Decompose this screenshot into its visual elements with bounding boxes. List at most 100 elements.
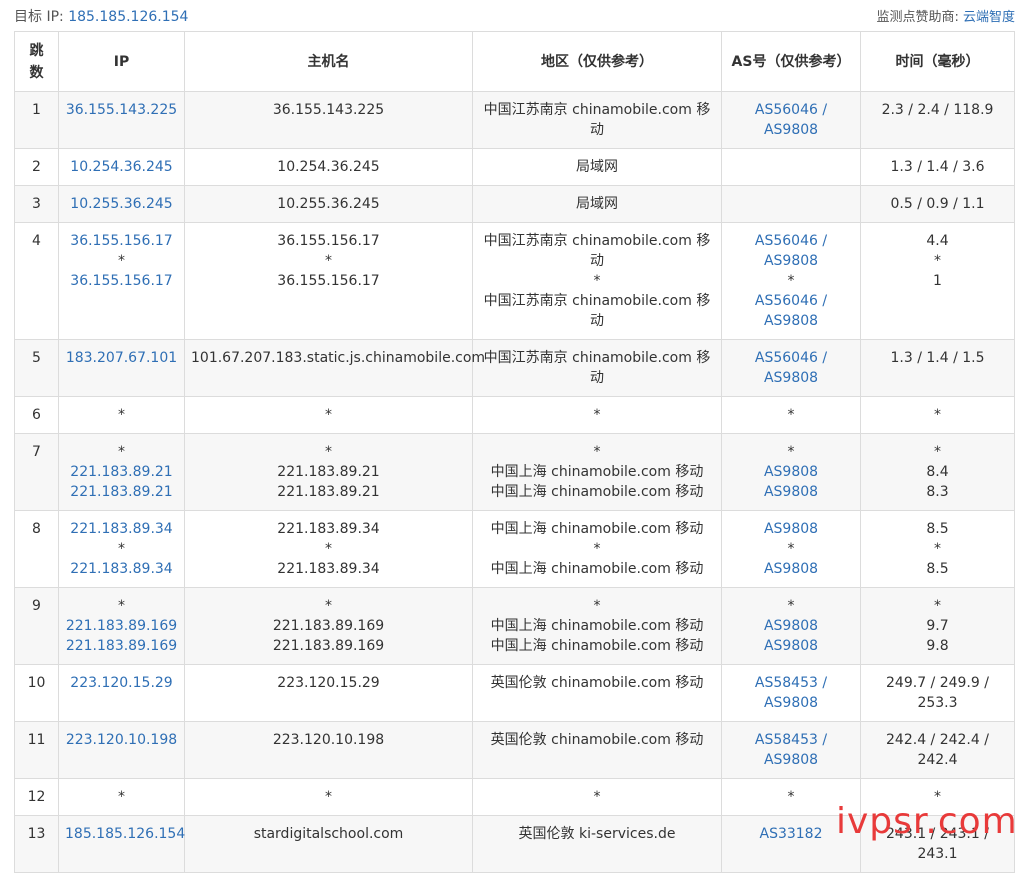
col-header-as: AS号（仅供参考） [721,31,861,92]
region-cell-value: 局域网 [576,159,618,175]
region-cell-value: 中国上海 chinamobile.com 移动 [490,638,704,654]
ip-cell-value[interactable]: 221.183.89.169 [65,616,178,636]
hop-cell: 7 [14,433,59,511]
time-cell-value: * [934,444,941,460]
ip-cell-value[interactable]: 36.155.143.225 [65,100,178,120]
ip-cell: 10.255.36.245 [58,185,185,223]
ip-cell-value[interactable]: 221.183.89.21 [65,482,178,502]
ip-cell-value[interactable]: 10.255.36.245 [65,194,178,214]
as-cell-value[interactable]: AS9808 [728,559,854,579]
hostname-cell-value: * [325,407,332,423]
hop-cell: 4 [14,222,59,340]
time-cell: 0.5 / 0.9 / 1.1 [860,185,1015,223]
hostname-cell-value: * [325,789,332,805]
hostname-cell-value: 221.183.89.169 [272,618,385,634]
hostname-cell: 10.254.36.245 [184,148,473,186]
hostname-cell-value: stardigitalschool.com [253,826,404,842]
col-header-time: 时间（毫秒） [860,31,1015,92]
region-cell: 英国伦敦 chinamobile.com 移动 [472,664,722,722]
hostname-cell: stardigitalschool.com [184,815,473,873]
ip-cell: * 221.183.89.21 221.183.89.21 [58,433,185,511]
hop-cell: 9 [14,587,59,665]
as-cell-value: * [787,789,795,805]
ip-cell-value: * [118,541,125,557]
region-cell: 局域网 [472,148,722,186]
region-cell-value: * [593,444,601,460]
as-cell-value[interactable]: AS56046 / AS9808 [728,291,854,331]
region-cell: 英国伦敦 chinamobile.com 移动 [472,721,722,779]
hop-cell: 1 [14,91,59,149]
ip-cell-value[interactable]: 36.155.156.17 [65,231,178,251]
hostname-cell-value: 101.67.207.183.static.js.chinamobile.com [191,350,486,366]
ip-cell-value[interactable]: 221.183.89.169 [65,636,178,656]
as-cell-value[interactable]: AS56046 / AS9808 [728,348,854,388]
ip-cell: 185.185.126.154 [58,815,185,873]
table-row: 11 223.120.10.198 223.120.10.198 英国伦敦 china… [14,721,1015,779]
ip-cell-value[interactable]: 223.120.15.29 [65,673,178,693]
col-header-ip: IP [58,31,185,92]
as-cell-value[interactable]: AS9808 [728,519,854,539]
hostname-cell-value: 221.183.89.21 [277,484,380,500]
ip-cell: 36.155.156.17 * 36.155.156.17 [58,222,185,340]
hop-cell: 13 [14,815,59,873]
hostname-cell-value: 10.255.36.245 [277,196,380,212]
ip-cell-value[interactable]: 36.155.156.17 [65,271,178,291]
ip-cell-value[interactable]: 183.207.67.101 [65,348,178,368]
as-cell: AS58453 / AS9808 [721,664,861,722]
as-cell-value[interactable]: AS56046 / AS9808 [728,100,854,140]
ip-cell: 223.120.10.198 [58,721,185,779]
ip-cell-value[interactable]: 221.183.89.34 [65,519,178,539]
ip-cell-value: * [118,598,125,614]
as-cell [721,148,861,186]
as-cell-value[interactable]: AS9808 [728,482,854,502]
ip-cell: 36.155.143.225 [58,91,185,149]
table-row: 7 * 221.183.89.21 221.183.89.21 * 221.183.89.… [14,433,1015,511]
ip-cell: * 221.183.89.169 221.183.89.169 [58,587,185,665]
time-cell-value: 8.3 [926,484,949,500]
region-cell-value: * [593,789,601,805]
target-info: 目标 IP: 185.185.126.154 [14,6,188,26]
sponsor-link[interactable]: 云端智度 [963,10,1015,25]
ip-cell: * [58,778,185,816]
ip-cell-value[interactable]: 185.185.126.154 [65,824,185,844]
ip-cell-value[interactable]: 10.254.36.245 [65,157,178,177]
region-cell-value: 中国上海 chinamobile.com 移动 [490,464,704,480]
table-row: 6 * * * * * [14,396,1015,434]
time-cell-value: * [934,598,941,614]
as-cell-value[interactable]: AS33182 [728,824,854,844]
hostname-cell-value: 223.120.15.29 [277,675,380,691]
hostname-cell: 223.120.10.198 [184,721,473,779]
as-cell-value[interactable]: AS9808 [728,462,854,482]
as-cell-value: * [787,541,795,557]
table-row: 10 223.120.15.29 223.120.15.29 英国伦敦 chinamo… [14,664,1015,722]
hop-cell: 10 [14,664,59,722]
time-cell-value: 9.7 [926,618,949,634]
region-cell-value: * [593,273,601,289]
table-header: 跳数 IP 主机名 地区（仅供参考） AS号（仅供参考） 时间（毫秒） [14,31,1015,92]
target-ip-link[interactable]: 185.185.126.154 [68,9,188,25]
ip-cell-value[interactable]: 223.120.10.198 [65,730,178,750]
hop-cell: 6 [14,396,59,434]
as-cell-value[interactable]: AS56046 / AS9808 [728,231,854,271]
hostname-cell: 223.120.15.29 [184,664,473,722]
ip-cell-value[interactable]: 221.183.89.34 [65,559,178,579]
hostname-cell-value: 221.183.89.34 [277,561,380,577]
hostname-cell-value: 223.120.10.198 [272,732,385,748]
region-cell: 中国江苏南京 chinamobile.com 移动 [472,339,722,397]
as-cell: AS9808 * AS9808 [721,510,861,588]
hop-cell: 12 [14,778,59,816]
as-cell-value[interactable]: AS9808 [728,616,854,636]
time-cell: 249.7 / 249.9 / 253.3 [860,664,1015,722]
as-cell-value[interactable]: AS9808 [728,636,854,656]
time-cell: * [860,396,1015,434]
as-cell: AS56046 / AS9808 [721,339,861,397]
hop-cell: 11 [14,721,59,779]
as-cell-value[interactable]: AS58453 / AS9808 [728,673,854,713]
hostname-cell-value: 221.183.89.21 [277,464,380,480]
as-cell-value[interactable]: AS58453 / AS9808 [728,730,854,770]
table-row: 9 * 221.183.89.169 221.183.89.169 * 221.183.8… [14,587,1015,665]
ip-cell-value[interactable]: 221.183.89.21 [65,462,178,482]
region-cell: 中国江苏南京 chinamobile.com 移动 * 中国江苏南京 chinamo… [472,222,722,340]
ip-cell: 221.183.89.34 * 221.183.89.34 [58,510,185,588]
table-body: 1 36.155.143.225 36.155.143.225 中国江苏南京 chin… [14,91,1015,873]
